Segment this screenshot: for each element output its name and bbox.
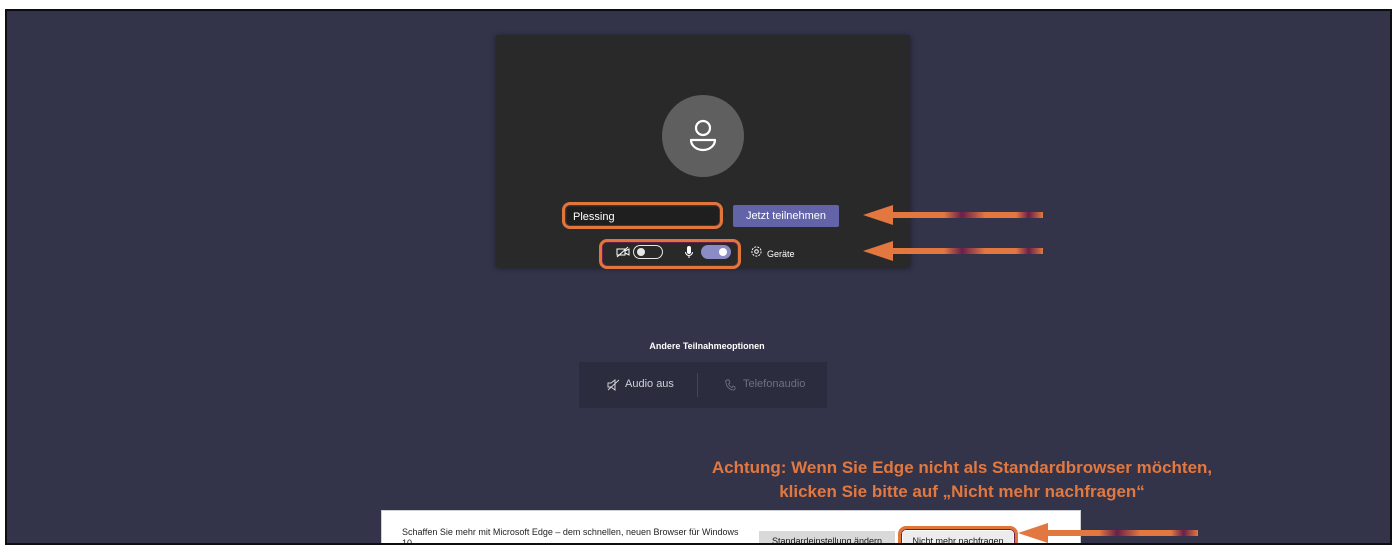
annotation-line-2: klicken Sie bitte auf „Nicht mehr nachfr… (779, 482, 1145, 501)
microphone-toggle-knob (719, 247, 727, 256)
video-preview-card: Jetzt teilnehmen Geräte (496, 35, 910, 269)
other-options-panel: Audio aus Telefonaudio (579, 362, 827, 408)
arrow-left-icon (863, 241, 1043, 261)
arrow-left-icon (863, 205, 1043, 225)
edge-default-browser-bar: Schaffen Sie mehr mit Microsoft Edge – d… (381, 510, 1081, 545)
avatar (662, 95, 744, 177)
camera-toggle-knob (637, 247, 645, 256)
annotation-line-1: Achtung: Wenn Sie Edge nicht als Standar… (711, 458, 1213, 477)
audio-off-option[interactable]: Audio aus (625, 378, 674, 390)
person-icon (689, 119, 717, 152)
set-default-button[interactable]: Standardeinstellung ändern (759, 531, 895, 543)
camera-off-icon (616, 246, 630, 258)
microphone-toggle[interactable] (701, 245, 731, 259)
teams-window: Jetzt teilnehmen Geräte (5, 9, 1392, 545)
phone-audio-option[interactable]: Telefonaudio (743, 378, 805, 390)
other-options-title: Andere Teilnahmeoptionen (649, 341, 765, 351)
options-divider (697, 373, 698, 397)
never-ask-highlight (898, 526, 1018, 543)
arrow-left-icon (1018, 523, 1198, 543)
devices-button[interactable]: Geräte (767, 249, 795, 259)
edge-prompt-message: Schaffen Sie mehr mit Microsoft Edge – d… (402, 527, 739, 545)
join-now-button[interactable]: Jetzt teilnehmen (733, 205, 839, 227)
name-highlight (562, 202, 723, 229)
camera-toggle[interactable] (633, 245, 663, 259)
gear-icon[interactable] (750, 245, 763, 258)
microphone-icon (685, 246, 693, 258)
speaker-off-icon (607, 379, 620, 391)
phone-icon (725, 379, 736, 391)
annotation-text: Achtung: Wenn Sie Edge nicht als Standar… (647, 456, 1277, 504)
